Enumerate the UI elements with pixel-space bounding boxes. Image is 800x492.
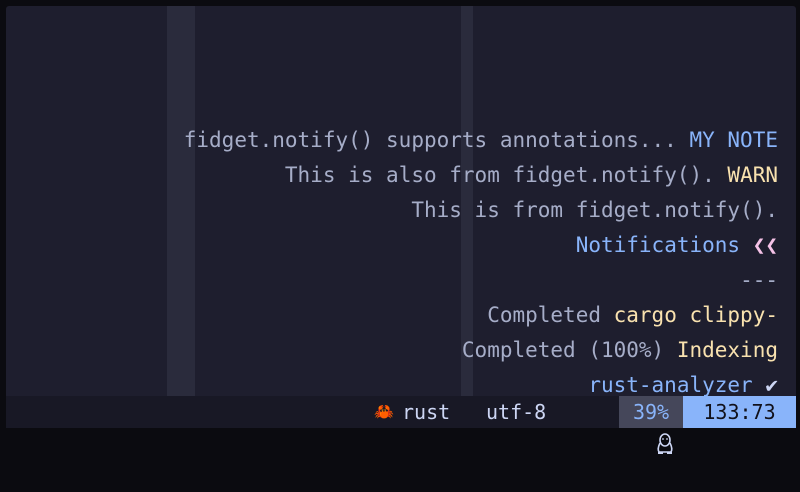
encoding-label: utf-8 (486, 400, 547, 424)
status-line: 🦀 rust utf-8 39% 133:73 (6, 396, 796, 454)
notification-annote: WARN (727, 163, 778, 187)
rust-crab-icon: 🦀 (374, 402, 394, 421)
editor-pane[interactable]: fidget.notify() supports annotations... … (6, 6, 796, 396)
terminal-window: fidget.notify() supports annotations... … (0, 0, 800, 454)
cursor-position: 133:73 (683, 396, 796, 428)
scroll-percent: 39% (619, 396, 683, 428)
progress-title: Indexing (676, 338, 778, 362)
separator-text: --- (740, 268, 778, 292)
lsp-client-header: rust-analyzer ✔ (38, 368, 778, 396)
progress-message: Completed (487, 303, 614, 327)
notification-group-icon: ❮❮ (752, 233, 778, 257)
filetype-label: rust (402, 400, 451, 424)
notification-line: This is from fidget.notify(). (38, 193, 778, 228)
notification-group-header: Notifications ❮❮ (38, 228, 778, 263)
notification-message: fidget.notify() supports annotations... (183, 128, 690, 152)
notification-group-name: Notifications (575, 233, 753, 257)
progress-line: Completed cargo clippy- (38, 298, 778, 333)
notification-separator: --- (38, 263, 778, 298)
notification-message: This is from fidget.notify(). (411, 198, 778, 222)
check-icon: ✔ (765, 373, 778, 396)
fidget-notification-area: fidget.notify() supports annotations... … (38, 123, 778, 396)
notification-annote: MY NOTE (689, 128, 778, 152)
linux-tux-icon (583, 396, 673, 454)
progress-message: Completed (100%) (461, 338, 677, 362)
progress-title: cargo clippy- (613, 303, 778, 327)
notification-line: This is also from fidget.notify(). WARN (38, 158, 778, 193)
progress-line: Completed (100%) Indexing (38, 333, 778, 368)
notification-message: This is also from fidget.notify(). (284, 163, 728, 187)
lsp-client-name: rust-analyzer (588, 373, 766, 396)
notification-line: fidget.notify() supports annotations... … (38, 123, 778, 158)
